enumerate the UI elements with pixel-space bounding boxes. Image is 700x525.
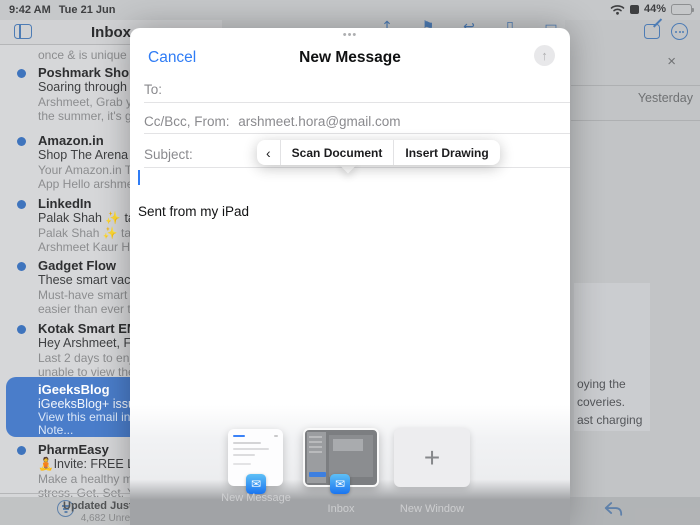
email-text-fragment: ast charging: [577, 413, 642, 427]
expose-bottom-strip: [0, 497, 130, 525]
divider: [571, 85, 700, 86]
reading-pane: × Yesterday oying the coveries. ast char…: [565, 20, 700, 525]
status-date: Tue 21 Jun: [59, 4, 116, 16]
unread-dot: [17, 446, 26, 455]
context-menu: ‹ Scan Document Insert Drawing: [257, 140, 500, 165]
screen: 9:42 AMTue 21 Jun 44% Inbox once & is un…: [0, 0, 700, 525]
compose-icon[interactable]: [644, 24, 660, 39]
unread-dot: [17, 137, 26, 146]
status-indicator-icon: [630, 5, 639, 14]
battery-icon: [671, 4, 692, 15]
cc-label: Cc/Bcc, From:: [144, 114, 230, 129]
unread-dot: [17, 262, 26, 271]
sheet-title: New Message: [130, 49, 570, 67]
menu-back-chevron-icon[interactable]: ‹: [257, 140, 280, 165]
wifi-icon: [610, 4, 625, 15]
plus-icon: +: [424, 444, 440, 472]
window-label: Inbox: [301, 503, 381, 516]
new-window-button[interactable]: +: [394, 428, 470, 487]
unread-dot: [17, 200, 26, 209]
menu-item-insert-drawing[interactable]: Insert Drawing: [394, 140, 499, 165]
email-date: Yesterday: [638, 91, 693, 105]
from-email: arshmeet.hora@gmail.com: [238, 114, 400, 129]
menu-item-scan-document[interactable]: Scan Document: [281, 140, 394, 165]
subject-field[interactable]: Subject:: [144, 147, 193, 162]
unread-dot: [17, 69, 26, 78]
status-time: 9:42 AM: [9, 4, 51, 16]
cc-from-field[interactable]: Cc/Bcc, From: arshmeet.hora@gmail.com: [144, 114, 401, 129]
window-label: New Window: [377, 503, 487, 516]
mail-app-icon: ✉: [330, 474, 350, 494]
unread-dot: [17, 325, 26, 334]
message-body-signature[interactable]: Sent from my iPad: [138, 204, 249, 219]
send-button[interactable]: ↑: [534, 45, 555, 66]
text-cursor: [138, 170, 140, 185]
email-text-fragment: coveries.: [577, 395, 625, 409]
field-divider: [144, 102, 570, 103]
email-text-fragment: oying the: [577, 377, 626, 391]
field-divider: [144, 167, 570, 168]
window-label: New Message: [216, 492, 296, 505]
email-content-block: oying the coveries. ast charging: [574, 283, 650, 431]
status-time-date: 9:42 AM Tue 21 Jun: [9, 4, 115, 16]
expose-bottom-strip: [570, 497, 700, 525]
close-icon[interactable]: ×: [667, 53, 676, 70]
divider: [571, 120, 700, 121]
status-bar: 9:42 AM Tue 21 Jun 44%: [0, 0, 700, 20]
to-field[interactable]: To:: [144, 82, 162, 97]
more-options-icon[interactable]: [671, 23, 688, 40]
sheet-drag-handle[interactable]: •••: [130, 29, 570, 41]
mail-app-icon: ✉: [246, 474, 266, 494]
field-divider: [144, 133, 570, 134]
battery-percent: 44%: [644, 3, 666, 15]
